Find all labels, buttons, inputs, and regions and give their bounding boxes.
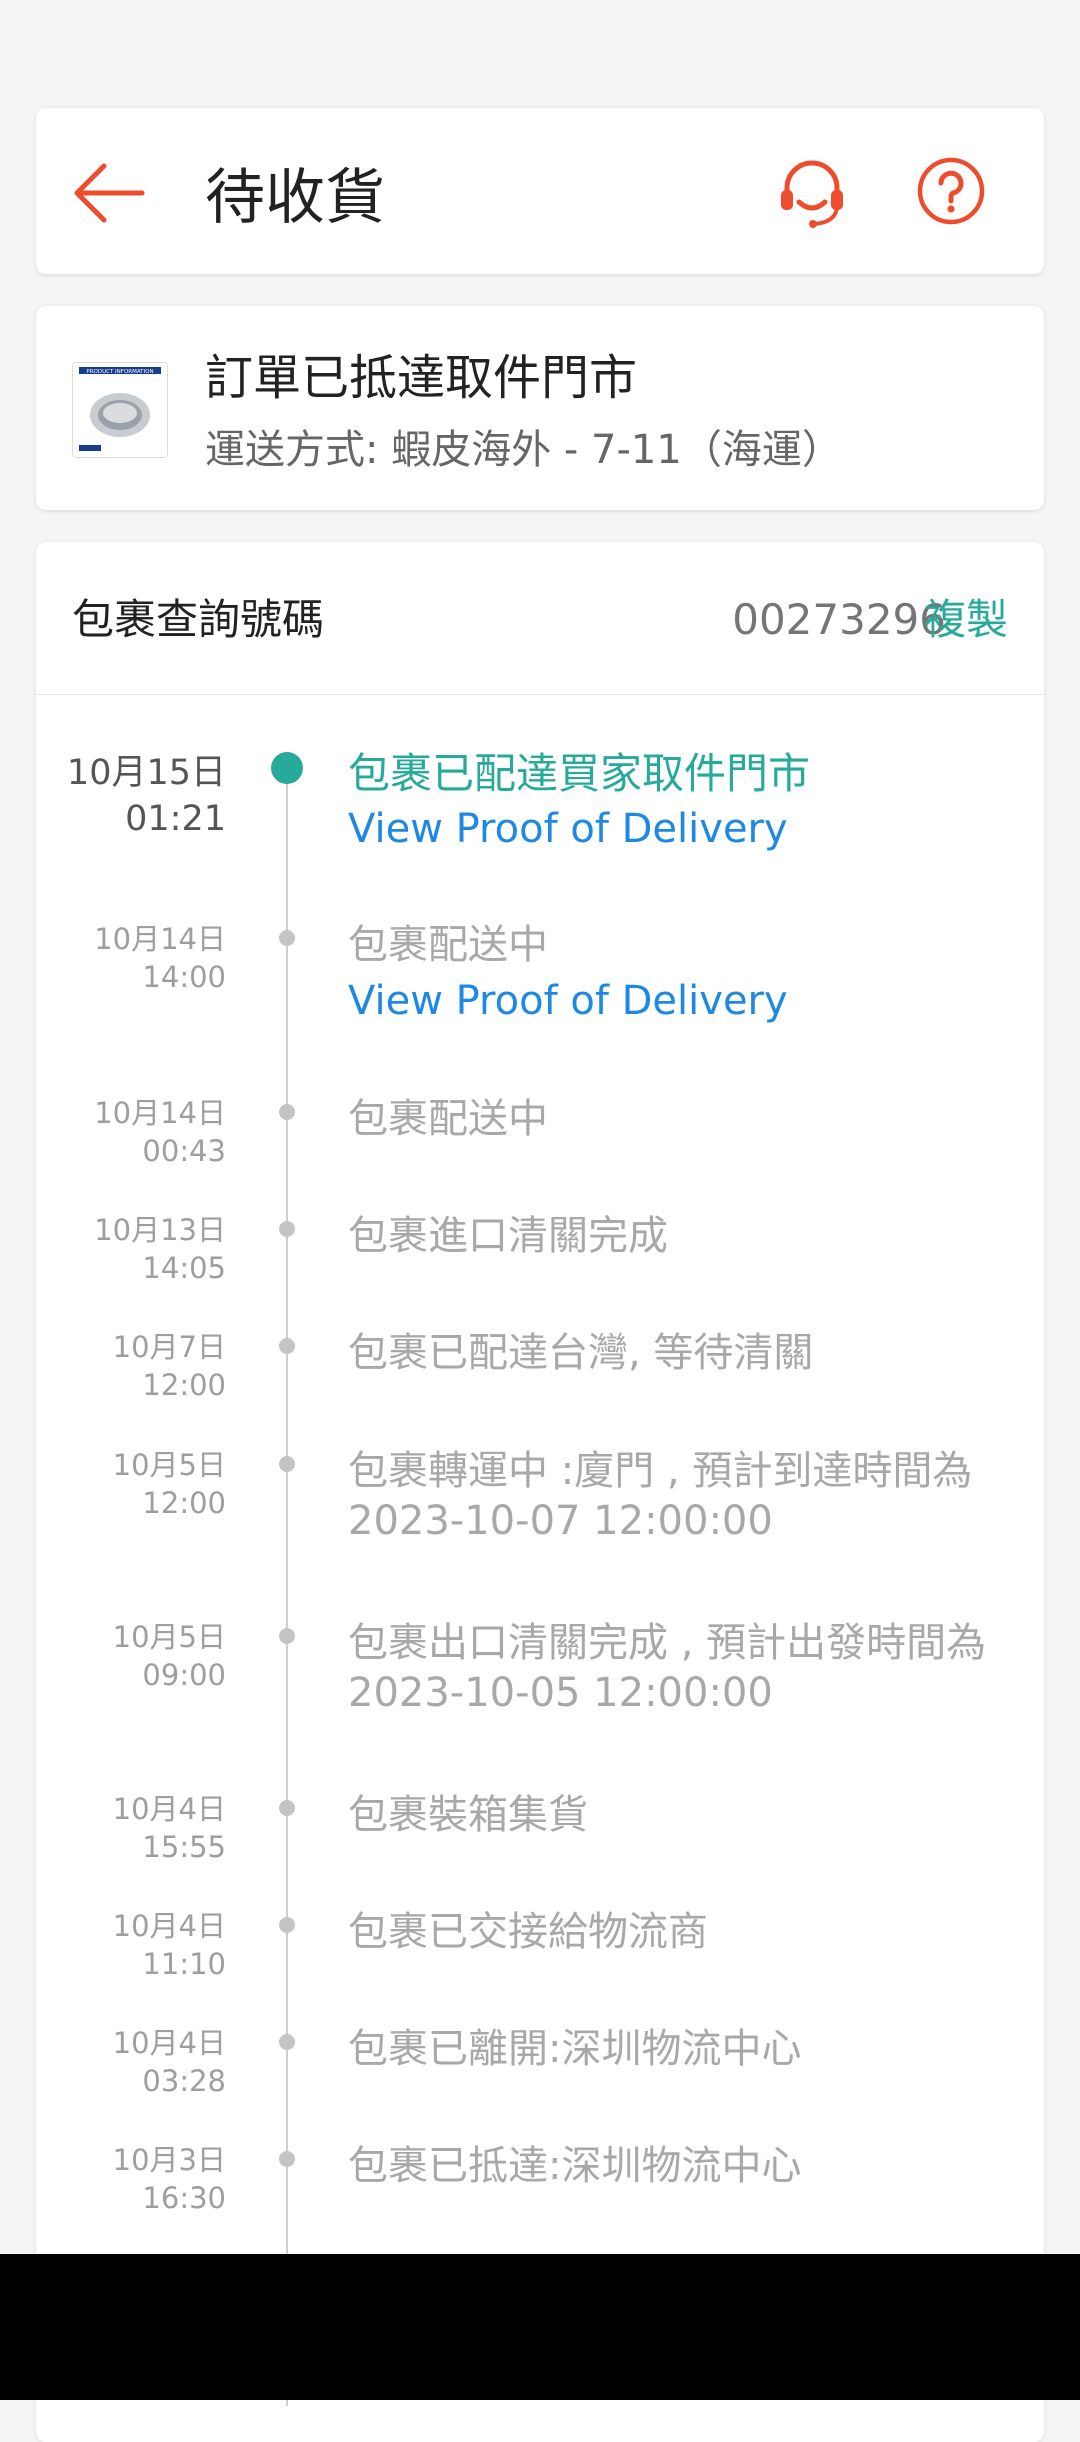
tracking-number: 00273296 — [732, 595, 946, 644]
event-description: 包裹已配達買家取件門市 — [348, 749, 811, 798]
copy-button[interactable]: 複製 — [924, 592, 1008, 648]
event-date: 10月4日 — [112, 1792, 226, 1826]
event-date: 10月4日 — [112, 1909, 226, 1943]
timeline-dot-active — [271, 752, 303, 784]
event-description: 包裹已抵達:深圳物流中心 — [348, 2143, 802, 2189]
order-status-title: 訂單已抵達取件門市 — [205, 350, 638, 406]
back-arrow-icon[interactable] — [72, 160, 146, 226]
event-date: 10月7日 — [112, 1330, 226, 1364]
event-time: 01:21 — [125, 799, 226, 839]
event-time: 00:43 — [142, 1134, 226, 1168]
event-description: 包裹出口清關完成 , 預計出發時間為 2023-10-05 12:00:00 — [348, 1620, 987, 1716]
event-description: 包裹進口清關完成 — [348, 1213, 668, 1259]
timeline-dot — [279, 1221, 295, 1237]
view-proof-of-delivery-link[interactable]: View Proof of Delivery — [348, 976, 788, 1026]
event-datetime: 10月5日 09:00 — [6, 1618, 226, 1694]
event-date: 10月5日 — [112, 1620, 226, 1654]
event-time: 14:00 — [142, 960, 226, 994]
event-date: 10月4日 — [112, 2026, 226, 2060]
event-time: 03:28 — [142, 2064, 226, 2098]
help-icon[interactable] — [916, 156, 986, 226]
event-time: 15:55 — [142, 1830, 226, 1864]
event-datetime: 10月15日 01:21 — [6, 750, 226, 842]
event-time: 14:05 — [142, 1251, 226, 1285]
event-date: 10月5日 — [112, 1448, 226, 1482]
event-date: 10月15日 — [66, 753, 226, 793]
event-time: 11:10 — [142, 1947, 226, 1981]
tracking-number-label: 包裹查詢號碼 — [72, 595, 325, 644]
page-title: 待收貨 — [205, 163, 385, 233]
timeline-dot — [279, 1800, 295, 1816]
event-time: 12:00 — [142, 1486, 226, 1520]
event-time: 12:00 — [142, 1368, 226, 1402]
event-description: 包裹已交接給物流商 — [348, 1909, 708, 1955]
timeline-dot — [279, 2151, 295, 2167]
event-date: 10月3日 — [112, 2143, 226, 2177]
event-date: 10月14日 — [94, 1096, 226, 1130]
customer-service-icon[interactable] — [775, 156, 849, 230]
event-description: 包裹已配達台灣, 等待清關 — [348, 1330, 814, 1376]
event-datetime: 10月7日 12:00 — [6, 1328, 226, 1404]
timeline-dot — [279, 930, 295, 946]
event-description: 包裹配送中 — [348, 1096, 548, 1142]
timeline-dot — [279, 1456, 295, 1472]
event-description: 包裹已離開:深圳物流中心 — [348, 2026, 802, 2072]
timeline-dot — [279, 1338, 295, 1354]
event-description: 包裹裝箱集貨 — [348, 1792, 588, 1838]
event-datetime: 10月13日 14:05 — [6, 1211, 226, 1287]
event-datetime: 10月14日 14:00 — [6, 920, 226, 996]
shipping-method: 運送方式: 蝦皮海外 - 7-11（海運） — [205, 427, 842, 473]
event-date: 10月13日 — [94, 1213, 226, 1247]
timeline-dot — [279, 1104, 295, 1120]
timeline-dot — [279, 1628, 295, 1644]
event-datetime: 10月4日 11:10 — [6, 1907, 226, 1983]
top-bar — [36, 108, 1044, 274]
event-datetime: 10月3日 16:30 — [6, 2141, 226, 2217]
event-date: 10月14日 — [94, 922, 226, 956]
system-navigation-bar — [0, 2254, 1080, 2400]
product-thumbnail: PRODUCT INFORMATION — [72, 362, 168, 458]
event-time: 16:30 — [142, 2181, 226, 2215]
timeline-dot — [279, 2034, 295, 2050]
event-datetime: 10月14日 00:43 — [6, 1094, 226, 1170]
timeline-dot — [279, 1917, 295, 1933]
event-time: 09:00 — [142, 1658, 226, 1692]
event-description: 包裹轉運中 :廈門 , 預計到達時間為 2023-10-07 12:00:00 — [348, 1448, 973, 1544]
thumb-text: PRODUCT INFORMATION — [86, 369, 153, 375]
event-datetime: 10月4日 15:55 — [6, 1790, 226, 1866]
event-datetime: 10月5日 12:00 — [6, 1446, 226, 1522]
event-description: 包裹配送中 — [348, 922, 548, 968]
view-proof-of-delivery-link[interactable]: View Proof of Delivery — [348, 804, 788, 854]
event-datetime: 10月4日 03:28 — [6, 2024, 226, 2100]
